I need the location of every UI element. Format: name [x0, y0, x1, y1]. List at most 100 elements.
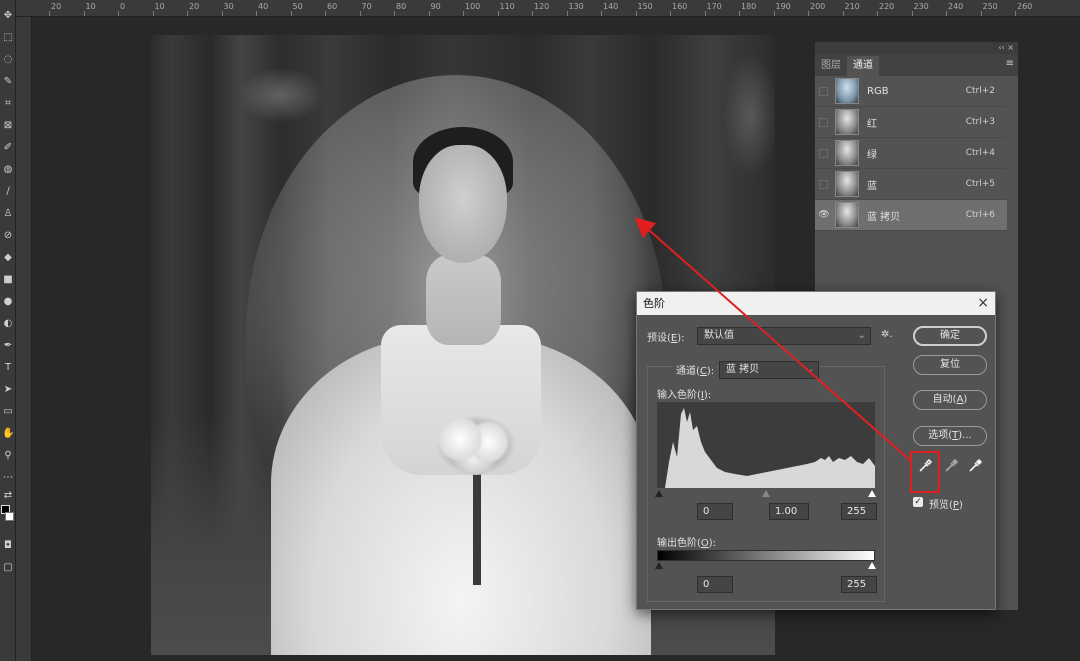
output-white-slider[interactable] [868, 562, 876, 569]
quick-select-tool-icon[interactable]: ✎ [2, 76, 14, 88]
vertical-ruler [16, 17, 32, 661]
channel-name: RGB [867, 85, 889, 97]
channel-name: 红 [867, 118, 877, 130]
ruler-tick-label: 90 [430, 2, 441, 11]
screen-mode-icon[interactable]: ▢ [2, 562, 14, 574]
ruler-tick-label: 240 [948, 2, 964, 11]
visibility-toggle[interactable] [819, 148, 828, 158]
options-button[interactable]: 选项(T)... [913, 426, 987, 446]
channel-thumbnail [835, 140, 859, 166]
ok-button[interactable]: 确定 [913, 326, 987, 346]
tab-channels[interactable]: 通道 [847, 56, 879, 76]
blur-tool-icon[interactable]: ● [2, 296, 14, 308]
preset-label: 预设(E): [647, 333, 685, 344]
move-tool-icon[interactable]: ✥ [2, 10, 14, 22]
histogram-graph [657, 408, 875, 488]
channel-select[interactable]: 蓝 拷贝 ⌄ [719, 361, 819, 379]
panel-menu-icon[interactable]: ≡ [1006, 58, 1014, 69]
ruler-tick-label: 0 [120, 2, 126, 11]
eyedropper-tool-icon[interactable]: ✐ [2, 142, 14, 154]
healing-brush-tool-icon[interactable]: ◍ [2, 164, 14, 176]
path-select-tool-icon[interactable]: ➤ [2, 384, 14, 396]
channel-thumbnail [835, 202, 859, 228]
clone-stamp-tool-icon[interactable]: ♙ [2, 208, 14, 220]
quick-mask-icon[interactable]: ◘ [2, 540, 14, 552]
type-tool-icon[interactable]: T [2, 362, 14, 374]
reset-button[interactable]: 复位 [913, 355, 987, 375]
frame-tool-icon[interactable]: ⊠ [2, 120, 14, 132]
bouquet [436, 415, 516, 475]
visibility-toggle[interactable] [819, 86, 828, 96]
close-icon[interactable]: × [977, 292, 989, 315]
tab-layers[interactable]: 图层 [815, 56, 847, 76]
channel-row[interactable]: RGB Ctrl+2 [815, 76, 1007, 107]
channel-shortcut: Ctrl+4 [965, 148, 995, 158]
gradient-tool-icon[interactable]: ■ [2, 274, 14, 286]
swap-colors-icon[interactable]: ⇄ [2, 490, 14, 502]
channel-shortcut: Ctrl+3 [965, 117, 995, 127]
panel-collapse-controls[interactable]: ‹‹ × [815, 42, 1018, 54]
output-gradient-bar [657, 550, 875, 561]
lasso-tool-icon[interactable]: ◌ [2, 54, 14, 66]
channel-shortcut: Ctrl+6 [965, 210, 995, 220]
auto-button[interactable]: 自动(A) [913, 390, 987, 410]
ruler-tick-label: 20 [189, 2, 200, 11]
chevron-down-icon: ⌄ [805, 364, 814, 375]
input-white-field[interactable]: 255 [841, 503, 877, 520]
dialog-title-bar: 色阶 × [637, 292, 995, 315]
input-gamma-slider[interactable] [762, 490, 770, 497]
visibility-toggle[interactable] [819, 117, 828, 127]
dialog-title: 色阶 [643, 297, 665, 310]
background-color-swatch[interactable] [5, 512, 14, 521]
dodge-tool-icon[interactable]: ◐ [2, 318, 14, 330]
output-white-field[interactable]: 255 [841, 576, 877, 593]
preview-checkbox[interactable]: ✓ [913, 497, 923, 507]
channel-shortcut: Ctrl+5 [965, 179, 995, 189]
preset-options-gear-icon[interactable]: ✲. [881, 329, 893, 340]
history-brush-tool-icon[interactable]: ⊘ [2, 230, 14, 242]
channel-row[interactable]: 蓝 Ctrl+5 [815, 169, 1007, 200]
hand-tool-icon[interactable]: ✋ [2, 428, 14, 440]
horizontal-ruler: 20 10 0 10 20 30 40 50 60 70 80 90 100 110 120 130 140 15… [16, 0, 1080, 17]
pen-tool-icon[interactable]: ✒ [2, 340, 14, 352]
white-point-eyedropper-icon[interactable] [967, 458, 983, 475]
output-levels-label: 输出色阶(O): [657, 538, 717, 549]
input-gamma-field[interactable]: 1.00 [769, 503, 809, 520]
output-black-slider[interactable] [655, 562, 663, 569]
output-black-field[interactable]: 0 [697, 576, 733, 593]
ruler-tick-label: 40 [258, 2, 269, 11]
gray-point-eyedropper-icon[interactable] [943, 458, 959, 475]
preview-label: 预览(P) [929, 500, 963, 511]
shape-tool-icon[interactable]: ▭ [2, 406, 14, 418]
face [419, 145, 507, 263]
input-black-slider[interactable] [655, 490, 663, 497]
ruler-tick-label: 100 [465, 2, 481, 11]
channel-row[interactable]: 绿 Ctrl+4 [815, 138, 1007, 169]
ruler-tick-label: 260 [1017, 2, 1033, 11]
channel-row[interactable]: 👁 蓝 拷贝 Ctrl+6 [815, 200, 1007, 231]
input-white-slider[interactable] [868, 490, 876, 497]
eraser-tool-icon[interactable]: ◆ [2, 252, 14, 264]
ruler-tick-label: 50 [292, 2, 303, 11]
marquee-tool-icon[interactable]: ⬚ [2, 32, 14, 44]
ruler-tick-label: 110 [499, 2, 515, 11]
crop-tool-icon[interactable]: ⌗ [2, 98, 14, 110]
chevron-down-icon: ⌄ [857, 330, 866, 341]
brush-tool-icon[interactable]: ∕ [2, 186, 14, 198]
visibility-toggle[interactable] [819, 179, 828, 189]
channel-name: 绿 [867, 149, 877, 161]
input-black-field[interactable]: 0 [697, 503, 733, 520]
channel-shortcut: Ctrl+2 [965, 86, 995, 96]
zoom-tool-icon[interactable]: ⚲ [2, 450, 14, 462]
ruler-tick-label: 30 [223, 2, 234, 11]
ruler-tick-label: 210 [844, 2, 860, 11]
panel-tabs: 图层 通道 ≡ [815, 54, 1018, 76]
ruler-tick-label: 120 [534, 2, 550, 11]
preset-select[interactable]: 默认值 ⌄ [697, 327, 871, 345]
channel-row[interactable]: 红 Ctrl+3 [815, 107, 1007, 138]
ruler-tick-label: 60 [327, 2, 338, 11]
more-tools-icon[interactable]: ⋯ [2, 472, 14, 484]
ruler-tick-label: 230 [913, 2, 929, 11]
eye-icon[interactable]: 👁 [815, 210, 833, 220]
ruler-tick-label: 190 [775, 2, 791, 11]
